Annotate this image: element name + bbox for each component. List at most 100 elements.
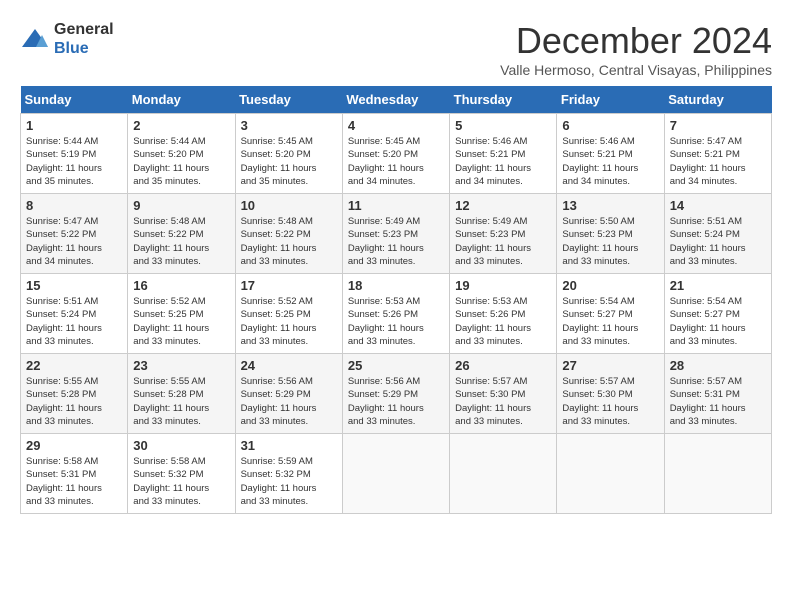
day-number: 3 [241,118,337,133]
day-info: Sunrise: 5:52 AM Sunset: 5:25 PM Dayligh… [133,295,229,348]
calendar-cell: 1 Sunrise: 5:44 AM Sunset: 5:19 PM Daylig… [21,114,128,194]
calendar-cell: 24Sunrise: 5:56 AM Sunset: 5:29 PM Dayli… [235,354,342,434]
day-info: Sunrise: 5:45 AM Sunset: 5:20 PM Dayligh… [241,135,337,188]
calendar-cell: 19 Sunrise: 5:53 AM Sunset: 5:26 PM Dayli… [450,274,557,354]
calendar-title: December 2024 [500,20,772,62]
day-number: 11 [348,198,444,213]
calendar-cell: 14Sunrise: 5:51 AM Sunset: 5:24 PM Dayli… [664,194,771,274]
calendar-week-row: 22Sunrise: 5:55 AM Sunset: 5:28 PM Dayli… [21,354,772,434]
day-number: 8 [26,198,122,213]
day-number: 4 [348,118,444,133]
calendar-cell: 15Sunrise: 5:51 AM Sunset: 5:24 PM Dayli… [21,274,128,354]
calendar-cell: 11 Sunrise: 5:49 AM Sunset: 5:23 PM Dayli… [342,194,449,274]
calendar-cell: 17Sunrise: 5:52 AM Sunset: 5:25 PM Dayli… [235,274,342,354]
day-number: 6 [562,118,658,133]
calendar-cell: 30 Sunrise: 5:58 AM Sunset: 5:32 PM Dayli… [128,434,235,514]
day-info: Sunrise: 5:46 AM Sunset: 5:21 PM Dayligh… [562,135,658,188]
col-wednesday: Wednesday [342,86,449,114]
day-info: Sunrise: 5:57 AM Sunset: 5:30 PM Dayligh… [562,375,658,428]
day-number: 31 [241,438,337,453]
logo-blue-text: Blue [54,40,89,57]
calendar-cell: 21 Sunrise: 5:54 AM Sunset: 5:27 PM Dayli… [664,274,771,354]
calendar-cell: 7 Sunrise: 5:47 AM Sunset: 5:21 PM Daylig… [664,114,771,194]
logo-icon [20,27,50,51]
day-number: 13 [562,198,658,213]
calendar-table: Sunday Monday Tuesday Wednesday Thursday… [20,86,772,514]
calendar-cell [450,434,557,514]
day-info: Sunrise: 5:47 AM Sunset: 5:21 PM Dayligh… [670,135,766,188]
day-info: Sunrise: 5:46 AM Sunset: 5:21 PM Dayligh… [455,135,551,188]
title-area: December 2024 Valle Hermoso, Central Vis… [500,20,772,78]
day-info: Sunrise: 5:59 AM Sunset: 5:32 PM Dayligh… [241,455,337,508]
day-number: 16 [133,278,229,293]
day-info: Sunrise: 5:49 AM Sunset: 5:23 PM Dayligh… [455,215,551,268]
day-number: 12 [455,198,551,213]
day-info: Sunrise: 5:58 AM Sunset: 5:32 PM Dayligh… [133,455,229,508]
day-info: Sunrise: 5:50 AM Sunset: 5:23 PM Dayligh… [562,215,658,268]
day-info: Sunrise: 5:58 AM Sunset: 5:31 PM Dayligh… [26,455,122,508]
day-number: 24 [241,358,337,373]
calendar-week-row: 29Sunrise: 5:58 AM Sunset: 5:31 PM Dayli… [21,434,772,514]
day-info: Sunrise: 5:53 AM Sunset: 5:26 PM Dayligh… [348,295,444,348]
day-info: Sunrise: 5:48 AM Sunset: 5:22 PM Dayligh… [133,215,229,268]
calendar-week-row: 8 Sunrise: 5:47 AM Sunset: 5:22 PM Daylig… [21,194,772,274]
day-info: Sunrise: 5:49 AM Sunset: 5:23 PM Dayligh… [348,215,444,268]
calendar-cell: 2Sunrise: 5:44 AM Sunset: 5:20 PM Daylig… [128,114,235,194]
day-number: 21 [670,278,766,293]
day-info: Sunrise: 5:44 AM Sunset: 5:20 PM Dayligh… [133,135,229,188]
day-number: 7 [670,118,766,133]
logo-general-text: General [54,21,114,38]
day-number: 28 [670,358,766,373]
day-info: Sunrise: 5:55 AM Sunset: 5:28 PM Dayligh… [133,375,229,428]
day-number: 19 [455,278,551,293]
day-number: 1 [26,118,122,133]
day-info: Sunrise: 5:45 AM Sunset: 5:20 PM Dayligh… [348,135,444,188]
day-number: 5 [455,118,551,133]
day-info: Sunrise: 5:55 AM Sunset: 5:28 PM Dayligh… [26,375,122,428]
calendar-cell: 31 Sunrise: 5:59 AM Sunset: 5:32 PM Dayli… [235,434,342,514]
day-info: Sunrise: 5:57 AM Sunset: 5:30 PM Dayligh… [455,375,551,428]
calendar-cell: 4 Sunrise: 5:45 AM Sunset: 5:20 PM Daylig… [342,114,449,194]
day-info: Sunrise: 5:44 AM Sunset: 5:19 PM Dayligh… [26,135,122,188]
calendar-cell: 12 Sunrise: 5:49 AM Sunset: 5:23 PM Dayli… [450,194,557,274]
col-monday: Monday [128,86,235,114]
day-number: 25 [348,358,444,373]
day-number: 30 [133,438,229,453]
day-info: Sunrise: 5:51 AM Sunset: 5:24 PM Dayligh… [670,215,766,268]
calendar-cell: 8 Sunrise: 5:47 AM Sunset: 5:22 PM Daylig… [21,194,128,274]
col-friday: Friday [557,86,664,114]
day-number: 18 [348,278,444,293]
day-info: Sunrise: 5:56 AM Sunset: 5:29 PM Dayligh… [348,375,444,428]
day-info: Sunrise: 5:57 AM Sunset: 5:31 PM Dayligh… [670,375,766,428]
day-info: Sunrise: 5:47 AM Sunset: 5:22 PM Dayligh… [26,215,122,268]
col-sunday: Sunday [21,86,128,114]
calendar-week-row: 1 Sunrise: 5:44 AM Sunset: 5:19 PM Daylig… [21,114,772,194]
day-number: 9 [133,198,229,213]
calendar-cell [664,434,771,514]
calendar-cell: 22Sunrise: 5:55 AM Sunset: 5:28 PM Dayli… [21,354,128,434]
day-info: Sunrise: 5:52 AM Sunset: 5:25 PM Dayligh… [241,295,337,348]
calendar-cell [557,434,664,514]
day-info: Sunrise: 5:54 AM Sunset: 5:27 PM Dayligh… [670,295,766,348]
calendar-cell: 23 Sunrise: 5:55 AM Sunset: 5:28 PM Dayli… [128,354,235,434]
day-info: Sunrise: 5:54 AM Sunset: 5:27 PM Dayligh… [562,295,658,348]
day-number: 15 [26,278,122,293]
calendar-cell: 16 Sunrise: 5:52 AM Sunset: 5:25 PM Dayli… [128,274,235,354]
calendar-cell: 26 Sunrise: 5:57 AM Sunset: 5:30 PM Dayli… [450,354,557,434]
day-number: 26 [455,358,551,373]
calendar-subtitle: Valle Hermoso, Central Visayas, Philippi… [500,62,772,78]
day-info: Sunrise: 5:53 AM Sunset: 5:26 PM Dayligh… [455,295,551,348]
calendar-cell: 29Sunrise: 5:58 AM Sunset: 5:31 PM Dayli… [21,434,128,514]
col-saturday: Saturday [664,86,771,114]
calendar-cell: 5 Sunrise: 5:46 AM Sunset: 5:21 PM Daylig… [450,114,557,194]
day-number: 27 [562,358,658,373]
header-row: Sunday Monday Tuesday Wednesday Thursday… [21,86,772,114]
calendar-cell: 27 Sunrise: 5:57 AM Sunset: 5:30 PM Dayli… [557,354,664,434]
calendar-cell: 10Sunrise: 5:48 AM Sunset: 5:22 PM Dayli… [235,194,342,274]
col-thursday: Thursday [450,86,557,114]
calendar-cell: 6 Sunrise: 5:46 AM Sunset: 5:21 PM Daylig… [557,114,664,194]
calendar-cell: 25 Sunrise: 5:56 AM Sunset: 5:29 PM Dayli… [342,354,449,434]
calendar-cell: 20Sunrise: 5:54 AM Sunset: 5:27 PM Dayli… [557,274,664,354]
day-number: 23 [133,358,229,373]
day-number: 10 [241,198,337,213]
